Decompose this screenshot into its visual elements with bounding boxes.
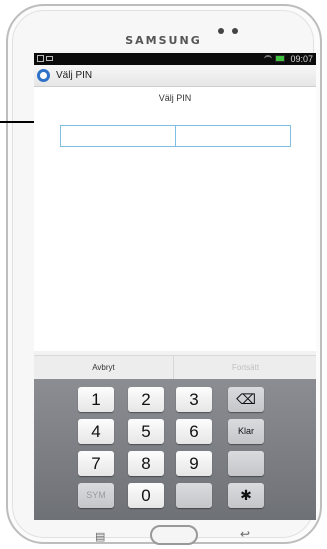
status-bar: 09:07	[34, 53, 316, 65]
key-8[interactable]: 8	[128, 451, 164, 476]
home-button[interactable]	[150, 525, 198, 545]
settings-key[interactable]: ✱	[228, 483, 264, 508]
key-3[interactable]: 3	[176, 387, 212, 412]
action-bar: Välj PIN	[34, 65, 316, 87]
blank-key[interactable]	[228, 451, 264, 476]
key-6[interactable]: 6	[176, 419, 212, 444]
key-1[interactable]: 1	[78, 387, 114, 412]
menu-icon[interactable]: ▤	[95, 530, 105, 543]
key-0[interactable]: 0	[128, 483, 164, 508]
notification-icon	[46, 56, 53, 61]
notification-icon	[37, 55, 44, 62]
app-title: Välj PIN	[56, 70, 93, 81]
back-icon[interactable]: ↩	[240, 527, 250, 541]
cancel-button[interactable]: Avbryt	[34, 356, 174, 380]
done-key[interactable]: Klar	[228, 419, 264, 444]
key-7[interactable]: 7	[78, 451, 114, 476]
key-2[interactable]: 2	[128, 387, 164, 412]
pin-content: Välj PIN	[34, 87, 316, 351]
sym-key[interactable]: SYM	[78, 483, 114, 508]
continue-button[interactable]: Fortsätt	[175, 356, 316, 380]
key-4[interactable]: 4	[78, 419, 114, 444]
app-icon	[37, 69, 50, 82]
battery-icon	[275, 55, 285, 62]
pin-heading: Välj PIN	[158, 93, 192, 103]
device-brand: SAMSUNG	[125, 34, 202, 47]
blank-key[interactable]	[176, 483, 212, 508]
screen: 09:07 Välj PIN Välj PIN Avbryt Fortsätt …	[34, 53, 316, 520]
key-5[interactable]: 5	[128, 419, 164, 444]
pin-input[interactable]	[60, 125, 176, 147]
backspace-key[interactable]: ⌫	[228, 387, 264, 412]
numeric-keyboard: 1 2 3 ⌫ 4 5 6 Klar 7 8 9 SYM 0 ✱	[34, 379, 316, 520]
button-bar: Avbryt Fortsätt	[34, 355, 316, 380]
status-time: 09:07	[290, 54, 313, 64]
pin-confirm-input[interactable]	[175, 125, 291, 147]
key-9[interactable]: 9	[176, 451, 212, 476]
wifi-icon	[264, 55, 272, 63]
